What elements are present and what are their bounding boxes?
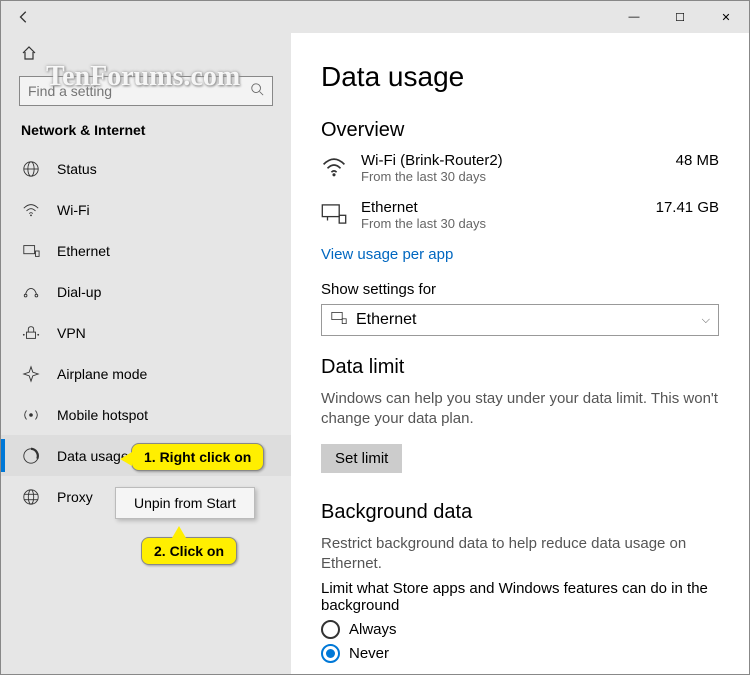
dialup-icon: [21, 282, 41, 302]
overview-wifi-sub: From the last 30 days: [361, 169, 503, 184]
radio-label: Never: [349, 645, 389, 662]
sidebar-item-dialup[interactable]: Dial-up: [1, 271, 291, 312]
overview-wifi-value: 48 MB: [676, 152, 719, 169]
radio-never[interactable]: Never: [321, 644, 719, 663]
sidebar-item-status[interactable]: Status: [1, 148, 291, 189]
overview-wifi-name: Wi-Fi (Brink-Router2): [361, 152, 503, 169]
hotspot-icon: [21, 405, 41, 425]
radio-label: Always: [349, 621, 397, 638]
airplane-icon: [21, 364, 41, 384]
radio-always[interactable]: Always: [321, 620, 719, 639]
show-settings-value: Ethernet: [356, 311, 416, 329]
chevron-down-icon: ⌵: [702, 314, 710, 327]
data-limit-heading: Data limit: [321, 356, 719, 379]
ethernet-icon: [321, 201, 349, 232]
minimize-button[interactable]: —: [611, 1, 657, 33]
overview-eth-name: Ethernet: [361, 199, 486, 216]
wifi-icon: [321, 154, 349, 185]
background-data-heading: Background data: [321, 501, 719, 524]
context-menu: Unpin from Start: [115, 487, 255, 519]
ethernet-icon: [21, 241, 41, 261]
sidebar-item-airplane[interactable]: Airplane mode: [1, 353, 291, 394]
titlebar: — ☐ ✕: [1, 1, 749, 33]
sidebar-item-label: Dial-up: [57, 284, 101, 300]
overview-eth-row: Ethernet From the last 30 days 17.41 GB: [321, 199, 719, 232]
sidebar-item-label: Wi-Fi: [57, 202, 90, 218]
overview-eth-value: 17.41 GB: [656, 199, 719, 216]
ethernet-icon: [330, 310, 348, 331]
close-button[interactable]: ✕: [703, 1, 749, 33]
sidebar-item-vpn[interactable]: VPN: [1, 312, 291, 353]
sidebar-item-label: Mobile hotspot: [57, 407, 148, 423]
show-settings-label: Show settings for: [321, 281, 719, 298]
search-icon: [250, 82, 264, 101]
sidebar: Network & Internet Status Wi-Fi Ethernet…: [1, 33, 291, 674]
page-title: Data usage: [321, 61, 719, 93]
show-settings-select[interactable]: Ethernet ⌵: [321, 304, 719, 336]
background-data-desc: Restrict background data to help reduce …: [321, 534, 719, 575]
sidebar-item-label: Ethernet: [57, 243, 110, 259]
category-heading: Network & Internet: [1, 118, 291, 148]
radio-icon: [321, 620, 340, 639]
sidebar-item-label: Airplane mode: [57, 366, 147, 382]
data-limit-desc: Windows can help you stay under your dat…: [321, 389, 719, 430]
overview-heading: Overview: [321, 119, 719, 142]
wifi-icon: [21, 200, 41, 220]
context-menu-unpin[interactable]: Unpin from Start: [116, 488, 254, 518]
callout-2: 2. Click on: [141, 537, 237, 565]
overview-eth-sub: From the last 30 days: [361, 216, 486, 231]
home-button[interactable]: [1, 41, 291, 74]
background-data-desc2: Limit what Store apps and Windows featur…: [321, 580, 719, 614]
sidebar-item-label: Data usage: [57, 448, 129, 464]
proxy-icon: [21, 487, 41, 507]
search-box[interactable]: [19, 76, 273, 106]
main-content: Data usage Overview Wi-Fi (Brink-Router2…: [291, 33, 749, 674]
callout-1: 1. Right click on: [131, 443, 264, 471]
sidebar-item-label: VPN: [57, 325, 86, 341]
globe-icon: [21, 159, 41, 179]
sidebar-item-hotspot[interactable]: Mobile hotspot: [1, 394, 291, 435]
view-usage-link[interactable]: View usage per app: [321, 246, 453, 263]
radio-icon: [321, 644, 340, 663]
sidebar-item-ethernet[interactable]: Ethernet: [1, 230, 291, 271]
set-limit-button[interactable]: Set limit: [321, 444, 402, 473]
vpn-icon: [21, 323, 41, 343]
back-button[interactable]: [13, 6, 35, 28]
overview-wifi-row: Wi-Fi (Brink-Router2) From the last 30 d…: [321, 152, 719, 185]
sidebar-item-wifi[interactable]: Wi-Fi: [1, 189, 291, 230]
sidebar-item-label: Status: [57, 161, 97, 177]
sidebar-item-label: Proxy: [57, 489, 93, 505]
search-input[interactable]: [28, 83, 250, 99]
maximize-button[interactable]: ☐: [657, 1, 703, 33]
datausage-icon: [21, 446, 41, 466]
